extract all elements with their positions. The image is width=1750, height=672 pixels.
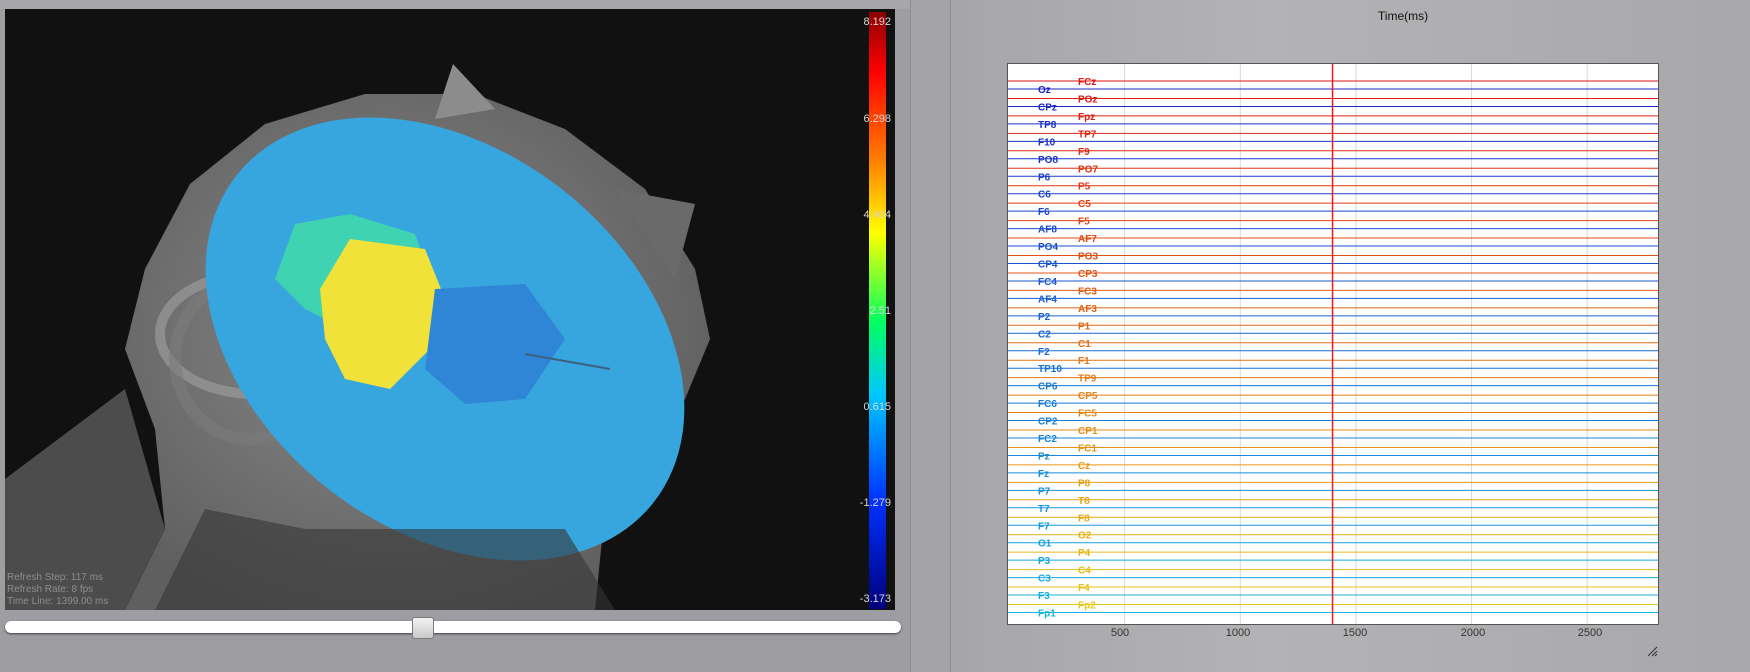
channel-label: P1	[1078, 321, 1091, 332]
channel-label: CP5	[1078, 391, 1098, 402]
channel-label: AF3	[1078, 304, 1097, 315]
channel-label: Cz	[1078, 461, 1090, 472]
channel-label: FC2	[1038, 434, 1057, 445]
viewport-info: Refresh Step: 117 ms Refresh Rate: 8 fps…	[7, 572, 108, 608]
channel-label: FC3	[1078, 286, 1097, 297]
channel-label: PO3	[1078, 252, 1098, 263]
colorbar-label: 4.404	[863, 209, 891, 221]
channel-label: P7	[1038, 486, 1051, 497]
channel-label: C1	[1078, 339, 1091, 350]
channel-label: P6	[1038, 172, 1051, 183]
channel-label: TP8	[1038, 120, 1057, 131]
channel-label: CP1	[1078, 426, 1098, 437]
channel-label: C2	[1038, 329, 1051, 340]
channel-label: P2	[1038, 312, 1051, 323]
channel-label: CP2	[1038, 417, 1058, 428]
channel-label: O1	[1038, 539, 1052, 550]
channel-label: Fp1	[1038, 609, 1056, 620]
channel-label: POz	[1078, 94, 1097, 105]
x-tick-label: 1500	[1342, 627, 1368, 639]
channel-label: TP10	[1038, 364, 1062, 375]
channel-label: Oz	[1038, 85, 1051, 96]
colorbar-label: -3.173	[859, 593, 891, 605]
channel-label: AF4	[1038, 294, 1057, 305]
eeg-trace-plot[interactable]: Oz FCz CPz POz TP8 Fpz F10 TP7 PO8 F9 P6 PO7 C6 P5 F6 C…	[1007, 63, 1659, 625]
time-slider-thumb[interactable]	[412, 617, 435, 639]
channel-label: Fz	[1038, 469, 1049, 480]
channel-label: F2	[1038, 347, 1050, 358]
channel-label: P4	[1078, 548, 1091, 559]
channel-label: T8	[1078, 496, 1090, 507]
channel-label: PO7	[1078, 164, 1098, 175]
3d-head-viewport[interactable]: 8.192 6.298 4.404 2.51 0.615 -1.279 -3.1…	[5, 9, 895, 610]
channel-label: Fp2	[1078, 601, 1096, 612]
time-line: Time Line: 1399.00 ms	[7, 596, 109, 607]
channel-label: CP4	[1038, 260, 1058, 271]
channel-label: F3	[1038, 591, 1050, 602]
x-tick-label: 2000	[1460, 627, 1486, 639]
head-scene	[5, 64, 710, 610]
channel-label: F5	[1078, 217, 1090, 228]
x-tick-label: 2500	[1577, 627, 1603, 639]
channel-label: P8	[1078, 478, 1091, 489]
channel-label: C6	[1038, 190, 1051, 201]
channel-label: P3	[1038, 556, 1051, 567]
channel-label: F4	[1078, 583, 1090, 594]
resize-grip-icon[interactable]	[1646, 645, 1658, 657]
channel-label: PO4	[1038, 242, 1058, 253]
channel-label: TP7	[1078, 129, 1097, 140]
channel-label: F10	[1038, 137, 1056, 148]
channel-label: C5	[1078, 199, 1091, 210]
channel-label: C4	[1078, 566, 1091, 577]
channel-label: Pz	[1038, 451, 1050, 462]
channel-label: Fpz	[1078, 112, 1095, 123]
time-slider[interactable]	[5, 621, 901, 633]
splitter[interactable]	[910, 0, 951, 672]
channel-label: F9	[1078, 147, 1090, 158]
channel-label: F7	[1038, 521, 1050, 532]
channel-label: FC1	[1078, 443, 1097, 454]
channel-label: F8	[1078, 513, 1090, 524]
channel-label: FC4	[1038, 277, 1057, 288]
channel-label: T7	[1038, 504, 1050, 515]
channel-label: CP3	[1078, 269, 1098, 280]
x-tick-label: 1000	[1225, 627, 1251, 639]
channel-label: F1	[1078, 356, 1090, 367]
x-tick-label: 500	[1110, 627, 1130, 639]
channel-label: CP6	[1038, 382, 1058, 393]
channel-label: AF7	[1078, 234, 1097, 245]
channel-label: PO8	[1038, 155, 1058, 166]
channel-label: C3	[1038, 574, 1051, 585]
channel-label: AF8	[1038, 225, 1057, 236]
colorbar-label: -1.279	[859, 497, 891, 509]
channel-label: FCz	[1078, 77, 1096, 88]
trace-canvas: Oz FCz CPz POz TP8 Fpz F10 TP7 PO8 F9 P6 PO7 C6 P5 F6 C…	[1008, 64, 1658, 624]
panel-topbar	[0, 0, 910, 9]
channel-label: P5	[1078, 182, 1091, 193]
channel-label: FC5	[1078, 409, 1097, 420]
colorbar-label: 6.298	[863, 113, 891, 125]
refresh-rate: Refresh Rate: 8 fps	[7, 584, 94, 595]
channel-label: F6	[1038, 207, 1050, 218]
colorbar-label: 2.51	[869, 305, 891, 317]
channel-label: TP9	[1078, 374, 1097, 385]
channel-label: CPz	[1038, 102, 1057, 113]
refresh-step: Refresh Step: 117 ms	[7, 572, 103, 583]
colorbar-label: 0.615	[863, 401, 891, 413]
channel-label: O2	[1078, 531, 1092, 542]
topography-panel: 8.192 6.298 4.404 2.51 0.615 -1.279 -3.1…	[0, 0, 910, 672]
colorbar-label: 8.192	[863, 16, 891, 28]
channel-label: FC6	[1038, 399, 1057, 410]
plot-title: Time(ms)	[1377, 9, 1429, 23]
